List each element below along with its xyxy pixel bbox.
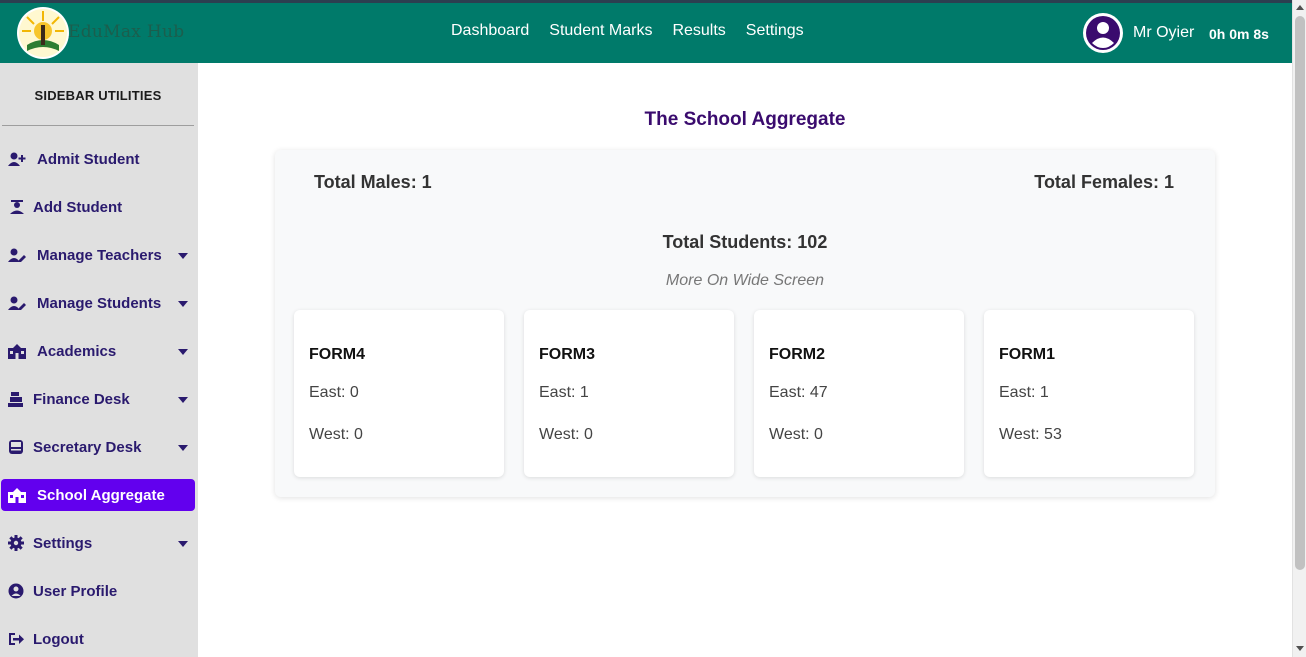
- sidebar-item-label: Add Student: [33, 199, 123, 216]
- east-count: East: 1: [999, 384, 1049, 401]
- sidebar: SIDEBAR UTILITIES Admit Student Add Stud…: [0, 63, 198, 657]
- sidebar-item-school-aggregate[interactable]: School Aggregate: [1, 479, 195, 511]
- sidebar-item-label: School Aggregate: [37, 487, 165, 504]
- west-count: West: 53: [999, 426, 1062, 443]
- user-edit-icon: [8, 248, 26, 262]
- sidebar-title: SIDEBAR UTILITIES: [34, 88, 162, 103]
- graduate-icon: [10, 200, 24, 214]
- sidebar-item-label: Manage Teachers: [37, 247, 162, 264]
- form-name: FORM1: [999, 346, 1055, 363]
- nav-dashboard[interactable]: Dashboard: [451, 22, 529, 40]
- sidebar-item-academics[interactable]: Academics: [1, 335, 195, 367]
- form-name: FORM4: [309, 346, 365, 363]
- chevron-down-icon: [178, 541, 188, 547]
- sidebar-item-label: Academics: [37, 343, 117, 360]
- sidebar-item-add-student[interactable]: Add Student: [1, 191, 195, 223]
- east-count: East: 0: [309, 384, 359, 401]
- user-name[interactable]: Mr Oyier: [1133, 24, 1194, 42]
- sidebar-item-logout[interactable]: Logout: [1, 623, 195, 655]
- chevron-down-icon: [178, 301, 188, 307]
- user-circle-icon: [8, 583, 24, 599]
- west-count: West: 0: [309, 426, 363, 443]
- sidebar-item-admit-student[interactable]: Admit Student: [1, 143, 195, 175]
- form-card-form2: FORM2 East: 47 West: 0: [754, 310, 964, 477]
- sidebar-item-label: Logout: [33, 631, 84, 648]
- form-name: FORM2: [769, 346, 825, 363]
- form-card-form1: FORM1 East: 1 West: 53: [984, 310, 1194, 477]
- gear-icon: [8, 535, 24, 551]
- sidebar-item-label: Admit Student: [37, 151, 140, 168]
- total-males: Total Males: 1: [314, 172, 432, 192]
- school-icon: [8, 344, 26, 359]
- nav-results[interactable]: Results: [672, 22, 725, 40]
- page-title: The School Aggregate: [644, 109, 846, 130]
- wide-screen-note: More On Wide Screen: [665, 272, 825, 289]
- session-timer: 0h 0m 8s: [1209, 26, 1269, 42]
- user-edit-icon: [8, 296, 26, 310]
- chevron-down-icon: [178, 349, 188, 355]
- sidebar-divider: [2, 125, 194, 126]
- top-navbar: EduMax Hub Dashboard Student Marks Resul…: [0, 0, 1292, 63]
- sidebar-item-label: Manage Students: [37, 295, 162, 312]
- sidebar-item-settings[interactable]: Settings: [1, 527, 195, 559]
- east-count: East: 47: [769, 384, 828, 401]
- scroll-up-icon[interactable]: [1296, 5, 1304, 10]
- logo[interactable]: [17, 7, 69, 59]
- sidebar-item-finance-desk[interactable]: Finance Desk: [1, 383, 195, 415]
- sidebar-item-label: Secretary Desk: [33, 439, 142, 456]
- sidebar-item-manage-teachers[interactable]: Manage Teachers: [1, 239, 195, 271]
- form-card-form3: FORM3 East: 1 West: 0: [524, 310, 734, 477]
- chevron-down-icon: [178, 253, 188, 259]
- scroll-thumb[interactable]: [1295, 16, 1305, 570]
- chevron-down-icon: [178, 445, 188, 451]
- west-count: West: 0: [539, 426, 593, 443]
- user-circle-icon: [1086, 16, 1120, 50]
- sidebar-item-user-profile[interactable]: User Profile: [1, 575, 195, 607]
- user-avatar[interactable]: [1083, 13, 1123, 53]
- brand-name: EduMax Hub: [68, 22, 185, 42]
- sidebar-item-label: User Profile: [33, 583, 118, 600]
- west-count: West: 0: [769, 426, 823, 443]
- total-students: Total Students: 102: [662, 232, 828, 252]
- inbox-icon: [9, 440, 23, 454]
- nav-settings[interactable]: Settings: [746, 22, 804, 40]
- nav-student-marks[interactable]: Student Marks: [549, 22, 652, 40]
- sidebar-item-label: Finance Desk: [33, 391, 130, 408]
- main-nav: Dashboard Student Marks Results Settings: [451, 22, 804, 40]
- scroll-down-icon[interactable]: [1296, 646, 1304, 651]
- logo-emblem-icon: [19, 9, 67, 57]
- user-plus-icon: [8, 152, 26, 166]
- cash-register-icon: [8, 392, 23, 407]
- aggregate-panel: Total Males: 1 Total Females: 1 Total St…: [275, 150, 1215, 497]
- sidebar-item-manage-students[interactable]: Manage Students: [1, 287, 195, 319]
- page-scrollbar[interactable]: [1292, 0, 1306, 657]
- sidebar-item-secretary-desk[interactable]: Secretary Desk: [1, 431, 195, 463]
- chevron-down-icon: [178, 397, 188, 403]
- form-name: FORM3: [539, 346, 595, 363]
- school-icon: [8, 488, 26, 503]
- total-females: Total Females: 1: [1034, 172, 1174, 192]
- form-card-form4: FORM4 East: 0 West: 0: [294, 310, 504, 477]
- east-count: East: 1: [539, 384, 589, 401]
- sign-out-icon: [9, 633, 24, 645]
- sidebar-item-label: Settings: [33, 535, 93, 552]
